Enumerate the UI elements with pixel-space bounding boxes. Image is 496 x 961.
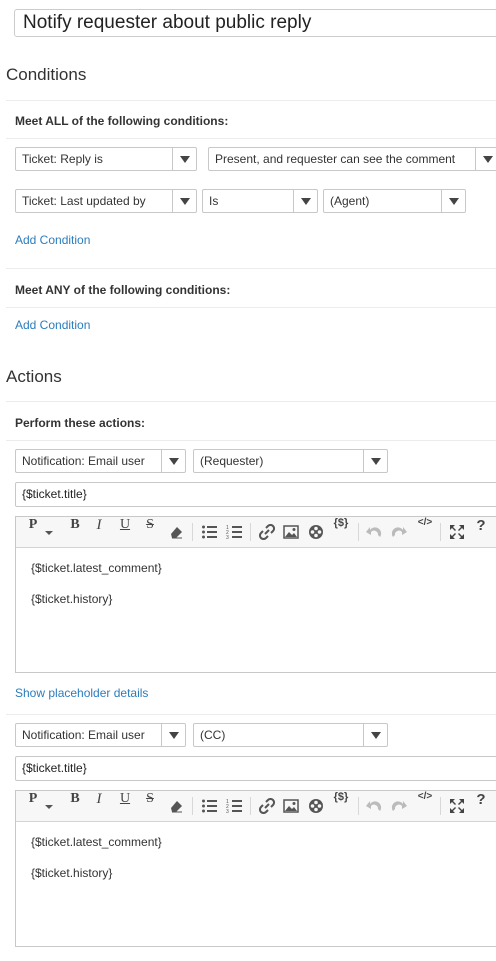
help-icon[interactable]: ? bbox=[476, 791, 486, 821]
fullscreen-icon[interactable] bbox=[449, 791, 465, 821]
select-value: (Requester) bbox=[200, 454, 264, 468]
bold-icon[interactable]: B bbox=[68, 791, 82, 821]
email-body-line[interactable]: {$ticket.latest_comment} bbox=[31, 835, 162, 849]
chevron-down-icon bbox=[172, 190, 196, 212]
placeholder-icon[interactable]: {$} bbox=[332, 791, 350, 821]
email-subject-input[interactable]: {$ticket.title} bbox=[15, 756, 496, 781]
link-icon[interactable] bbox=[259, 791, 275, 821]
image-icon[interactable] bbox=[283, 517, 299, 547]
select-value: Ticket: Last updated by bbox=[22, 194, 146, 208]
chevron-down-icon bbox=[293, 190, 317, 212]
select-value: Is bbox=[209, 194, 219, 208]
italic-icon[interactable]: I bbox=[94, 791, 104, 821]
bold-icon[interactable]: B bbox=[68, 517, 82, 547]
toolbar-separator bbox=[440, 523, 441, 541]
paragraph-format-icon[interactable]: P bbox=[26, 517, 40, 547]
chevron-down-icon bbox=[172, 148, 196, 170]
toolbar-separator bbox=[192, 523, 193, 541]
toolbar-separator bbox=[250, 797, 251, 815]
clear-format-icon[interactable] bbox=[168, 791, 184, 821]
svg-text:3: 3 bbox=[226, 809, 229, 814]
chevron-down-icon bbox=[363, 450, 387, 472]
chevron-down-icon[interactable] bbox=[44, 791, 54, 821]
chevron-down-icon[interactable] bbox=[44, 517, 54, 547]
select-value: Notification: Email user bbox=[22, 728, 145, 742]
paragraph-format-icon[interactable]: P bbox=[26, 791, 40, 821]
divider bbox=[6, 714, 496, 715]
underline-icon[interactable]: U bbox=[119, 517, 131, 547]
divider bbox=[6, 440, 496, 441]
condition-value-select[interactable]: (Agent) bbox=[323, 189, 466, 213]
source-code-icon[interactable]: </> bbox=[416, 517, 434, 547]
media-icon[interactable] bbox=[308, 517, 324, 547]
condition-field-select[interactable]: Ticket: Reply is bbox=[15, 147, 197, 171]
strikethrough-icon[interactable]: S bbox=[144, 791, 156, 821]
help-icon[interactable]: ? bbox=[476, 517, 486, 547]
media-icon[interactable] bbox=[308, 791, 324, 821]
editor-toolbar: P B I U S 1 2 3 {$} </>? bbox=[16, 517, 496, 548]
conditions-heading: Conditions bbox=[6, 65, 87, 84]
placeholder-icon[interactable]: {$} bbox=[332, 517, 350, 547]
fullscreen-icon[interactable] bbox=[449, 517, 465, 547]
undo-icon[interactable] bbox=[366, 517, 382, 547]
email-body-line[interactable]: {$ticket.history} bbox=[31, 592, 112, 606]
toolbar-separator bbox=[250, 523, 251, 541]
meet-any-label: Meet ANY of the following conditions: bbox=[15, 283, 231, 297]
select-value: Ticket: Reply is bbox=[22, 152, 103, 166]
select-value: Notification: Email user bbox=[22, 454, 145, 468]
underline-icon[interactable]: U bbox=[119, 791, 131, 821]
actions-heading: Actions bbox=[6, 367, 62, 386]
divider bbox=[6, 307, 496, 308]
action-type-select[interactable]: Notification: Email user bbox=[15, 449, 186, 473]
select-value: (Agent) bbox=[330, 194, 370, 208]
image-icon[interactable] bbox=[283, 791, 299, 821]
condition-operator-select[interactable]: Is bbox=[202, 189, 318, 213]
numbered-list-icon[interactable]: 123 bbox=[226, 791, 242, 821]
chevron-down-icon bbox=[363, 724, 387, 746]
link-icon[interactable] bbox=[259, 517, 275, 547]
svg-text:3: 3 bbox=[226, 535, 229, 540]
toolbar-separator bbox=[192, 797, 193, 815]
divider bbox=[6, 401, 496, 402]
email-subject-input[interactable]: {$ticket.title} bbox=[15, 482, 496, 507]
condition-value-select[interactable]: Present, and requester can see the comme… bbox=[208, 147, 496, 171]
chevron-down-icon bbox=[475, 148, 496, 170]
bulleted-list-icon[interactable] bbox=[201, 517, 217, 547]
redo-icon[interactable] bbox=[391, 791, 407, 821]
perform-actions-label: Perform these actions: bbox=[15, 416, 146, 430]
toolbar-separator bbox=[358, 523, 359, 541]
clear-format-icon[interactable] bbox=[168, 517, 184, 547]
add-condition-any-link[interactable]: Add Condition bbox=[15, 318, 90, 332]
email-body-line[interactable]: {$ticket.latest_comment} bbox=[31, 561, 162, 575]
italic-icon[interactable]: I bbox=[94, 517, 104, 547]
chevron-down-icon bbox=[161, 450, 185, 472]
email-body-editor[interactable]: P B I U S 1 2 3 {$} </>? {$ticket.latest_comment}… bbox=[15, 790, 496, 947]
condition-field-select[interactable]: Ticket: Last updated by bbox=[15, 189, 197, 213]
chevron-down-icon bbox=[161, 724, 185, 746]
bulleted-list-icon[interactable] bbox=[201, 791, 217, 821]
meet-all-label: Meet ALL of the following conditions: bbox=[15, 114, 229, 128]
email-body-editor[interactable]: P B I U S 1 2 3 {$} </>? {$ticket.latest_comment}… bbox=[15, 516, 496, 673]
select-value: Present, and requester can see the comme… bbox=[215, 152, 456, 166]
email-body-line[interactable]: {$ticket.history} bbox=[31, 866, 112, 880]
divider bbox=[6, 138, 496, 139]
editor-toolbar: P B I U S 1 2 3 {$} </>? bbox=[16, 791, 496, 822]
strikethrough-icon[interactable]: S bbox=[144, 517, 156, 547]
toolbar-separator bbox=[358, 797, 359, 815]
add-condition-all-link[interactable]: Add Condition bbox=[15, 233, 90, 247]
trigger-title-input[interactable]: Notify requester about public reply bbox=[14, 9, 496, 37]
chevron-down-icon bbox=[441, 190, 465, 212]
action-recipient-select[interactable]: (CC) bbox=[193, 723, 388, 747]
divider bbox=[6, 100, 496, 101]
source-code-icon[interactable]: </> bbox=[416, 791, 434, 821]
numbered-list-icon[interactable]: 123 bbox=[226, 517, 242, 547]
divider bbox=[6, 268, 496, 269]
select-value: (CC) bbox=[200, 728, 226, 742]
action-type-select[interactable]: Notification: Email user bbox=[15, 723, 186, 747]
action-recipient-select[interactable]: (Requester) bbox=[193, 449, 388, 473]
toolbar-separator bbox=[440, 797, 441, 815]
show-placeholder-details-link[interactable]: Show placeholder details bbox=[15, 686, 148, 700]
undo-icon[interactable] bbox=[366, 791, 382, 821]
redo-icon[interactable] bbox=[391, 517, 407, 547]
